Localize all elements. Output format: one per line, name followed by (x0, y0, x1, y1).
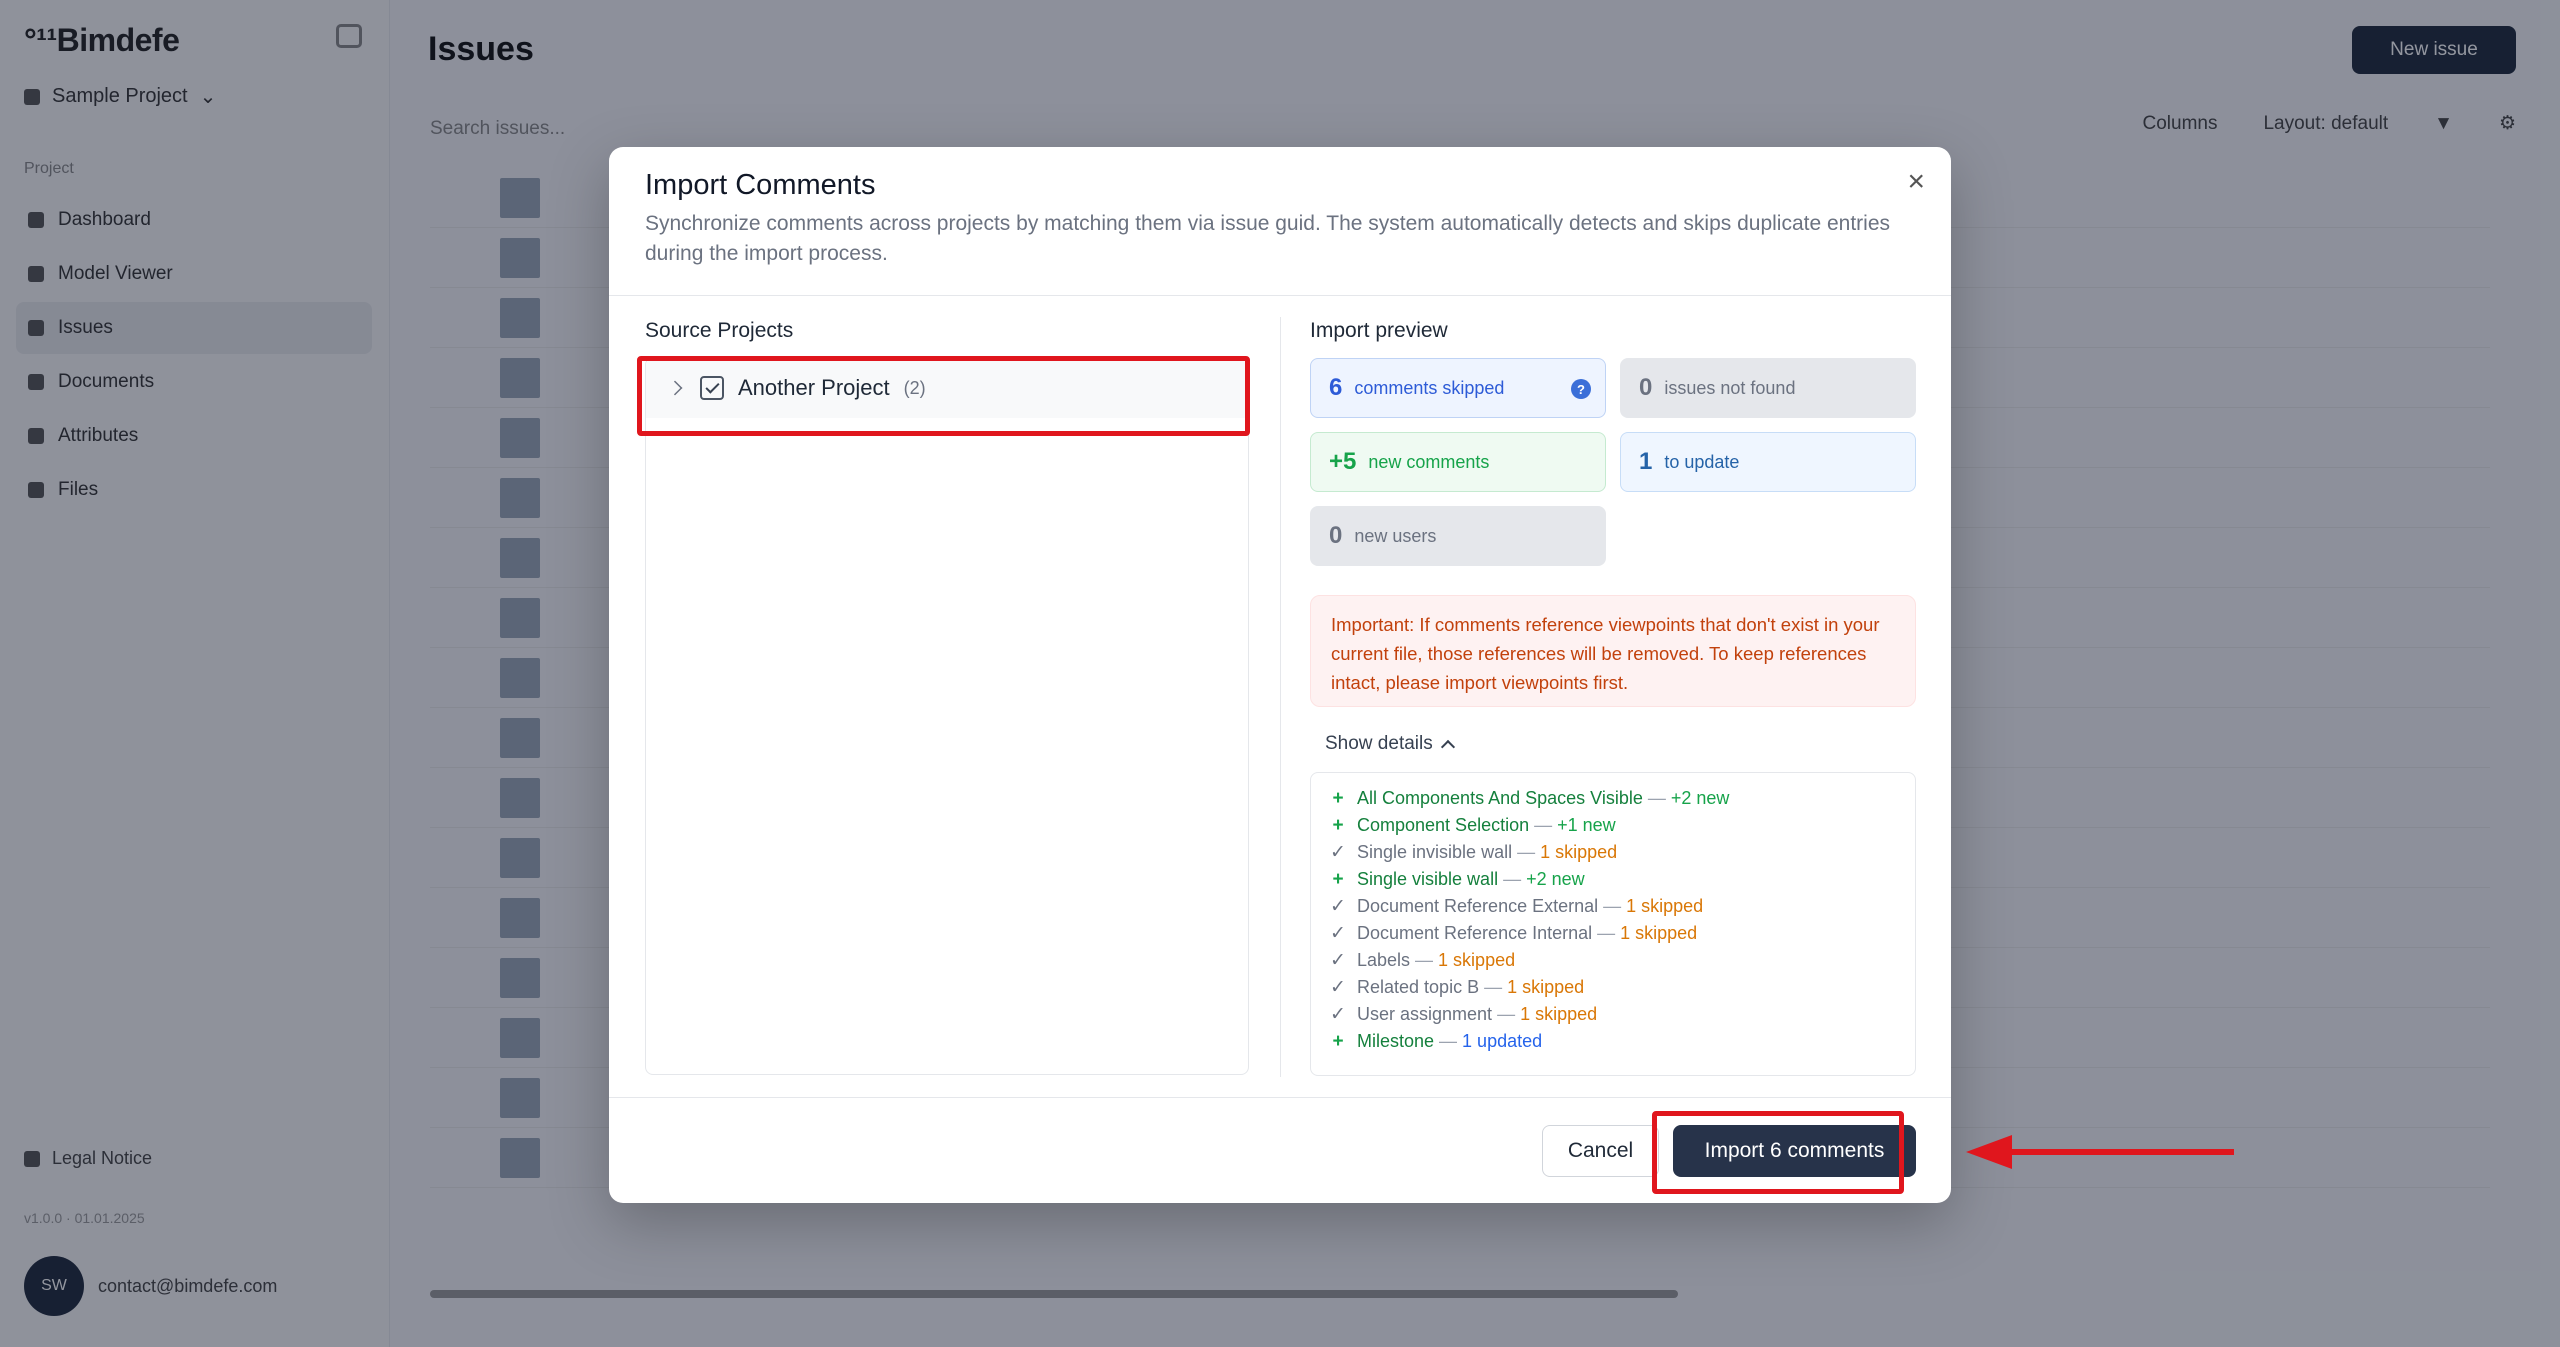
detail-status: 1 skipped (1626, 896, 1704, 916)
stat-value: 0 (1639, 374, 1653, 401)
detail-item: + All Components And Spaces Visible — +2 ne… (1327, 785, 1899, 812)
import-comments-dialog: Import Comments × Synchronize comments a… (609, 147, 1951, 1203)
check-icon: ✓ (1330, 1004, 1346, 1025)
detail-separator: — (1415, 950, 1434, 970)
check-icon: ✓ (1330, 842, 1346, 863)
detail-item: + Milestone —1 updated (1327, 1028, 1899, 1055)
stat-value: 1 (1639, 448, 1653, 475)
source-projects-heading: Source Projects (645, 319, 794, 342)
detail-topic: Labels (1357, 950, 1411, 970)
detail-topic: Component Selection (1357, 815, 1530, 835)
detail-status: +2 new (1670, 788, 1730, 808)
detail-topic: All Components And Spaces Visible (1357, 788, 1643, 808)
check-icon: ✓ (1330, 977, 1346, 998)
detail-separator: — (1647, 788, 1666, 808)
detail-status: 1 skipped (1438, 950, 1516, 970)
column-divider (1280, 317, 1281, 1077)
dialog-title: Import Comments (645, 169, 876, 201)
check-icon: ✓ (1330, 950, 1346, 971)
annotation-arrow-icon (1966, 1135, 2234, 1169)
import-preview-heading: Import preview (1310, 319, 1448, 342)
detail-status: +1 new (1557, 815, 1616, 835)
divider (609, 295, 1951, 296)
detail-item: + Component Selection — +1 new (1327, 812, 1899, 839)
stat-comments-skipped: 6 comments skipped ? (1310, 358, 1606, 418)
detail-item: ✓ Document Reference Internal —1 skipped (1327, 920, 1899, 947)
detail-status: 1 skipped (1540, 842, 1618, 862)
details-list: + All Components And Spaces Visible — +2 ne… (1310, 772, 1916, 1076)
stat-issues-not-found: 0 issues not found (1620, 358, 1916, 418)
show-details-label: Show details (1325, 733, 1433, 754)
detail-item: ✓ Document Reference External —1 skipped (1327, 893, 1899, 920)
detail-status: 1 skipped (1620, 923, 1698, 943)
detail-status: +2 new (1526, 869, 1585, 889)
check-icon: ✓ (1330, 896, 1346, 917)
stat-new-users: 0 new users (1310, 506, 1606, 566)
detail-separator: — (1503, 869, 1522, 889)
stat-new-comments: +5 new comments (1310, 432, 1606, 492)
detail-separator: — (1439, 1031, 1458, 1051)
stat-label: new users (1354, 525, 1437, 546)
detail-separator: — (1597, 923, 1616, 943)
detail-topic: User assignment (1357, 1004, 1493, 1024)
stat-to-update: 1 to update (1620, 432, 1916, 492)
detail-topic: Single visible wall (1357, 869, 1499, 889)
detail-separator: — (1517, 842, 1536, 862)
detail-item: ✓ Single invisible wall —1 skipped (1327, 839, 1899, 866)
detail-item: ✓ Related topic B —1 skipped (1327, 974, 1899, 1001)
detail-topic: Document Reference Internal (1357, 923, 1593, 943)
check-icon: ✓ (1330, 923, 1346, 944)
detail-item: ✓ User assignment —1 skipped (1327, 1001, 1899, 1028)
detail-status: 1 updated (1462, 1031, 1543, 1051)
detail-status: 1 skipped (1507, 977, 1585, 997)
close-icon[interactable]: × (1907, 167, 1925, 197)
detail-topic: Document Reference External (1357, 896, 1599, 916)
plus-icon: + (1332, 787, 1344, 809)
detail-topic: Single invisible wall (1357, 842, 1513, 862)
highlight-box (1652, 1111, 1904, 1194)
detail-status: 1 skipped (1520, 1004, 1598, 1024)
detail-item: ✓ Labels —1 skipped (1327, 947, 1899, 974)
dialog-description: Synchronize comments across projects by … (645, 212, 1891, 265)
stat-value: 6 (1329, 374, 1343, 401)
help-icon[interactable]: ? (1571, 379, 1591, 399)
source-projects-tree: Another Project (2) (645, 357, 1249, 1075)
viewpoint-warning: Important: If comments reference viewpoi… (1310, 595, 1916, 707)
plus-icon: + (1332, 868, 1344, 890)
detail-topic: Related topic B (1357, 977, 1480, 997)
show-details-toggle[interactable]: Show details (1325, 733, 1455, 755)
detail-separator: — (1534, 815, 1553, 835)
cancel-button[interactable]: Cancel (1542, 1125, 1659, 1177)
stat-label: issues not found (1664, 377, 1796, 398)
plus-icon: + (1332, 814, 1344, 836)
highlight-box (637, 356, 1250, 436)
detail-separator: — (1603, 896, 1622, 916)
chevron-up-icon (1440, 739, 1455, 755)
detail-separator: — (1484, 977, 1503, 997)
stat-label: to update (1664, 451, 1740, 472)
divider (609, 1097, 1951, 1098)
stat-value: 0 (1329, 522, 1343, 549)
stat-label: new comments (1368, 451, 1490, 472)
detail-topic: Milestone (1357, 1031, 1435, 1051)
stat-label: comments skipped (1354, 377, 1505, 398)
stat-value: +5 (1329, 448, 1357, 475)
detail-item: + Single visible wall — +2 new (1327, 866, 1899, 893)
detail-separator: — (1497, 1004, 1516, 1024)
plus-icon: + (1332, 1030, 1344, 1052)
